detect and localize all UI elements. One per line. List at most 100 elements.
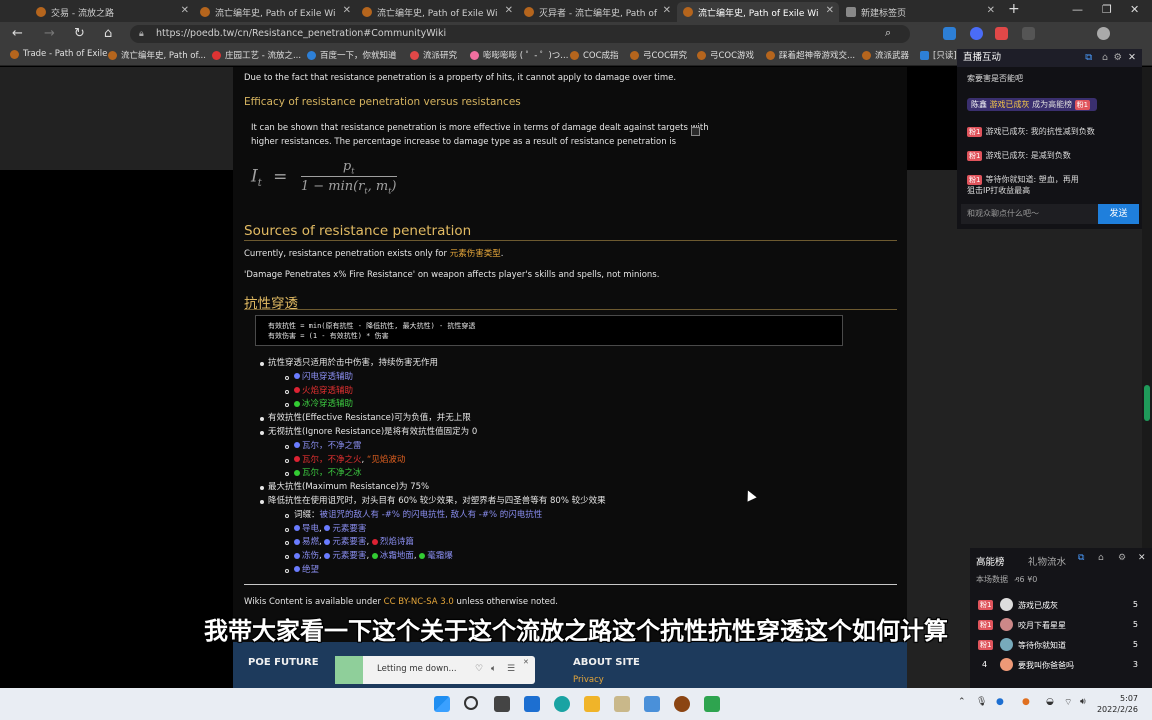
link-damage-type[interactable]: 伤害类型 [467,249,501,259]
search-icon[interactable]: ⌕ [885,26,891,40]
lock-icon[interactable]: ⌂ [1098,553,1104,563]
link-skill-gem[interactable]: 瓦尔，不净之雷 [302,441,362,451]
file-explorer-icon[interactable] [584,696,600,712]
link-curse[interactable]: 易燃 [302,537,319,547]
close-tab-icon[interactable]: ✕ [663,5,671,16]
tab-wiki-active[interactable]: 流亡编年史, Path of Exile Wiki ✕ [677,2,839,22]
back-arrow-icon[interactable]: ← [12,26,23,41]
tab-wiki-3[interactable]: 灭异者 - 流亡编年史, Path of Exile✕ [518,2,676,22]
tab-gifts[interactable]: 礼物流水 [1028,554,1066,568]
link-modifier[interactable]: 被诅咒的敌人有 -#% 的闪电抗性, 敌人有 -#% 的闪电抗性 [320,510,543,520]
wifi-icon[interactable]: ⌔ [1064,697,1072,708]
close-tab-icon[interactable]: ✕ [505,5,513,16]
link-curse[interactable]: 毫霜爆 [427,551,453,561]
bookmark[interactable]: 弓COC研究 [630,49,687,61]
close-tab-icon[interactable]: ✕ [987,5,995,16]
tray-app-icon[interactable]: ● [1022,697,1030,707]
url-field[interactable]: 🔒︎ https://poedb.tw/cn/Resistance_penetra… [130,25,910,43]
volume-icon[interactable]: 🔊︎ [1080,697,1086,707]
forward-arrow-icon[interactable]: → [44,26,55,41]
send-button[interactable]: 发送 [1098,204,1139,224]
link-curse[interactable]: 烈焰诗篇 [380,537,414,547]
bookmark[interactable]: [只读] [920,49,957,61]
license-link[interactable]: CC BY-NC-SA 3.0 [384,597,454,607]
close-icon[interactable]: ✕ [523,658,529,666]
tab-trade[interactable]: 交易 - 流放之路 ✕ [30,2,194,22]
link-curse[interactable]: 导电 [302,524,319,534]
link-curse[interactable]: 元素要害 [332,551,366,561]
poe-app-icon[interactable] [674,696,690,712]
heading-sources: Sources of resistance penetration [244,223,472,239]
gear-icon[interactable]: ⚙ [1118,553,1126,563]
app-icon[interactable] [644,696,660,712]
tab-new[interactable]: 新建标签页 ✕ [840,2,1000,22]
privacy-link[interactable]: Privacy [573,675,604,685]
bookmark[interactable]: 嘭嘭嘭嘭 ( ゜- ゜)つ... [470,49,568,61]
formula: It = pt 1 − min(rt, mt) [251,159,397,196]
maximize-icon[interactable]: ❐ [1102,3,1112,16]
link-curse[interactable]: 元素要害 [332,524,366,534]
system-clock[interactable]: 5:07 2022/2/26 [1094,693,1138,715]
link-skill-gem[interactable]: 瓦尔，不净之火 [302,455,362,465]
extension-icon[interactable] [995,27,1008,40]
tray-app-icon[interactable]: ◒ [1046,697,1054,707]
extension-icon[interactable] [970,27,983,40]
bookmark[interactable]: 弓COC游戏 [697,49,754,61]
bookmark[interactable]: 流派研究 [410,49,457,61]
link-skill-gem[interactable]: 火焰穿透辅助 [302,386,353,396]
search-icon[interactable] [464,696,478,710]
music-player-widget[interactable]: Letting me down... ♡ 🔈︎ ☰ ✕ [335,656,535,684]
link-curse[interactable]: 绝望 [302,565,319,575]
pin-icon[interactable]: ⧉ [1085,49,1092,67]
reload-icon[interactable]: ↻ [74,26,85,41]
bullet-list: 抗性穿透只适用於击中伤害，持续伤害无作用 闪电穿透辅助 火焰穿透辅助 冰冷穿透辅… [260,357,606,578]
pin-icon[interactable]: ⧉ [1078,553,1084,563]
link-elemental[interactable]: 元素 [450,249,467,259]
heart-icon[interactable]: ♡ [475,664,483,674]
bookmark[interactable]: 流亡编年史, Path of... [108,49,206,61]
lock-icon[interactable]: ⌂ [1102,49,1108,67]
link-skill-gem[interactable]: 冰冷穿透辅助 [302,399,353,409]
scrollbar-thumb[interactable] [1144,385,1150,421]
minimize-icon[interactable]: — [1072,3,1083,16]
bookmark[interactable]: 庄园工艺 - 流放之... [212,49,301,61]
home-icon[interactable]: ⌂ [104,26,112,41]
widgets-icon[interactable] [524,696,540,712]
close-tab-icon[interactable]: ✕ [826,5,834,16]
chevron-up-icon[interactable]: ⌃ [958,697,966,707]
bookmark[interactable]: 百度一下，你就知道 [307,49,397,61]
close-tab-icon[interactable]: ✕ [181,5,189,16]
extension-icon[interactable] [1022,27,1035,40]
bookmark[interactable]: 流派武器 [862,49,909,61]
windows-start-icon[interactable] [434,696,450,712]
playlist-icon[interactable]: ☰ [507,664,515,674]
task-view-icon[interactable] [494,696,510,712]
link-curse[interactable]: 冰霜地面 [380,551,414,561]
link-curse[interactable]: 元素要害 [332,537,366,547]
extension-icon[interactable] [943,27,956,40]
link-skill-gem[interactable]: 闪电穿透辅助 [302,372,353,382]
profile-avatar[interactable] [1097,27,1110,40]
microphone-icon[interactable]: 🎙︎ [976,697,987,707]
close-tab-icon[interactable]: ✕ [343,5,351,16]
gear-icon[interactable]: ⚙ [1113,49,1122,67]
app-icon[interactable] [614,696,630,712]
tray-app-icon[interactable]: ● [996,697,1004,707]
tab-wiki-1[interactable]: 流亡编年史, Path of Exile Wiki ✕ [194,2,356,22]
app-icon[interactable] [704,696,720,712]
close-window-icon[interactable]: ✕ [1130,3,1139,16]
volume-icon[interactable]: 🔈︎ [491,664,496,674]
bookmark[interactable]: 踩着超神帝游戏交... [766,49,855,61]
close-icon[interactable]: ✕ [1138,553,1146,563]
tab-wiki-2[interactable]: 流亡编年史, Path of Exile Wiki ✕ [356,2,518,22]
link-curse[interactable]: 冻伤 [302,551,319,561]
bookmark[interactable]: Trade - Path of Exile [10,49,107,59]
chat-input[interactable]: 和观众聊点什么吧～ [961,204,1098,224]
tab-rank[interactable]: 高能榜 [976,554,1005,568]
link-skill-gem[interactable]: 瓦尔，不净之冰 [302,468,362,478]
link-skill-gem[interactable]: “见焰波动 [367,455,405,465]
bookmark[interactable]: COC成指 [570,49,619,61]
edge-browser-icon[interactable] [554,696,570,712]
close-icon[interactable]: ✕ [1128,49,1136,67]
new-tab-plus-icon[interactable]: + [1008,1,1020,17]
